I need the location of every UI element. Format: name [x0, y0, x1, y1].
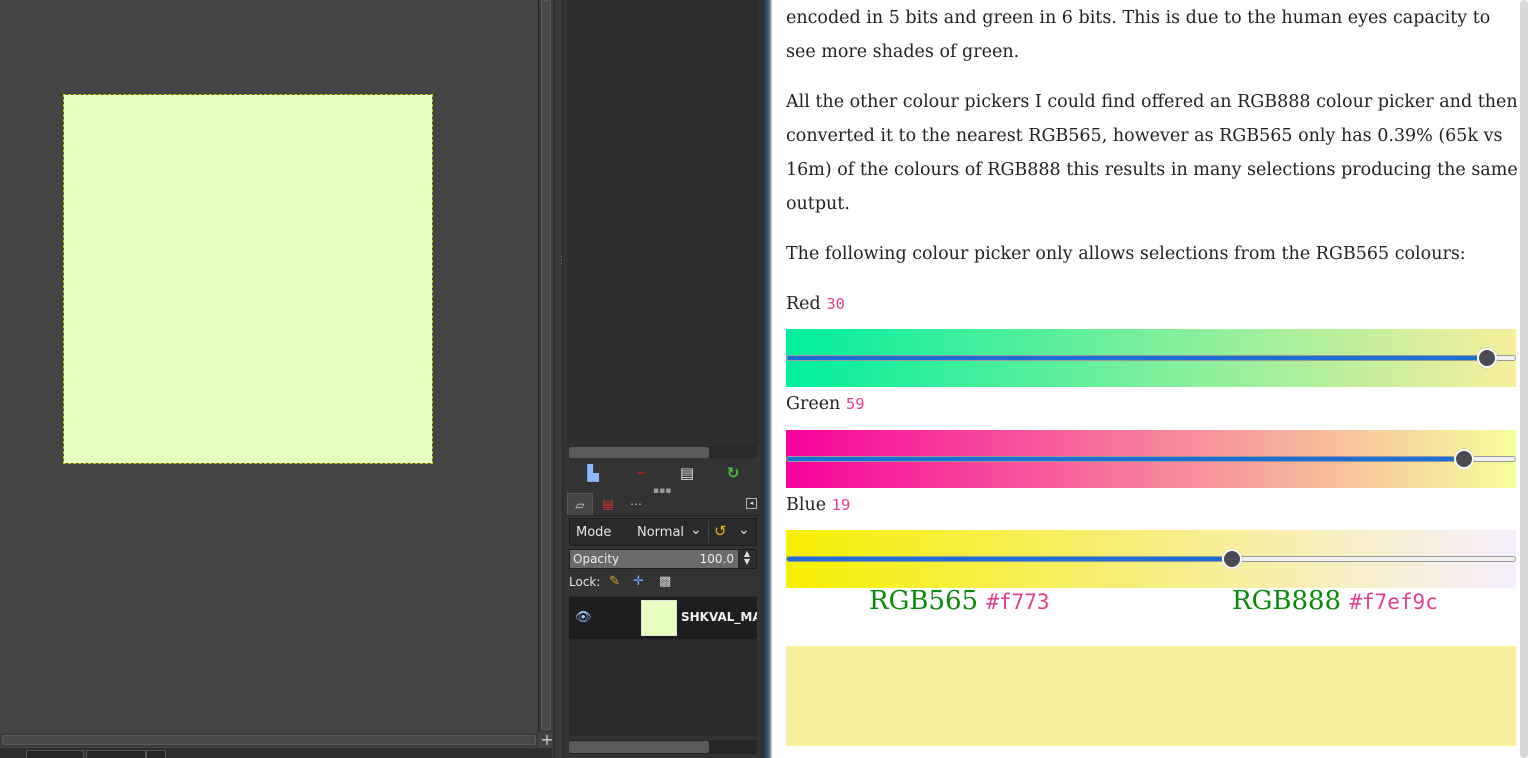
layers-dock: ▙ – ▤ ↻ ▪▪▪ ▱ ▤ ⋯ ◂ Mode Normal ⌄ ↺ ⌄ Op…	[562, 0, 762, 758]
lock-pixels-icon[interactable]: ✎	[609, 574, 620, 590]
scrollbar-thumb[interactable]	[569, 447, 709, 458]
rgb888-label: RGB888	[1232, 586, 1342, 616]
opacity-value[interactable]: 100.0	[700, 552, 734, 566]
layer-list[interactable]: 👁 SHKVAL_MA	[569, 596, 757, 736]
rgb565-output: RGB565 #f773	[869, 586, 1050, 616]
opacity-slider[interactable]: Opacity 100.0 ▲ ▼	[569, 549, 757, 569]
reset-mode-icon[interactable]: ↺	[714, 522, 727, 540]
slider-track[interactable]	[786, 556, 1516, 562]
status-field	[86, 750, 146, 758]
red-slider-label: Red 30	[786, 292, 845, 316]
lock-row: Lock: ✎ ✛ ▩	[569, 574, 757, 592]
green-slider-label: Green 59	[786, 392, 865, 416]
green-slider[interactable]	[786, 430, 1516, 488]
mode-value[interactable]: Normal	[637, 525, 684, 540]
slider-thumb[interactable]	[1222, 549, 1243, 569]
layer-list-scrollbar[interactable]	[569, 740, 757, 754]
image-layer-preview[interactable]	[63, 94, 433, 464]
save-icon[interactable]: ▙	[583, 463, 603, 483]
rgb888-value: #f7ef9c	[1349, 590, 1438, 614]
canvas-horizontal-scrollbar[interactable]	[0, 733, 538, 747]
delete-icon[interactable]: –	[631, 463, 651, 483]
lock-label: Lock:	[569, 575, 601, 589]
slider-thumb[interactable]	[1476, 348, 1497, 368]
status-bar	[0, 748, 552, 758]
opacity-label: Opacity	[573, 552, 620, 566]
paragraph: encoded in 5 bits and green in 6 bits. T…	[786, 8, 1491, 62]
chevron-down-icon[interactable]: ⌄	[738, 522, 750, 538]
lock-alpha-icon[interactable]: ▩	[659, 574, 671, 590]
dock-tab-bar: ▱ ▤ ⋯ ◂	[565, 492, 761, 516]
slider-name: Red	[786, 294, 821, 314]
print-icon[interactable]: ▤	[677, 463, 697, 483]
page-scrollbar[interactable]	[1517, 0, 1529, 758]
status-field	[26, 750, 84, 758]
article-page: encoded in 5 bits and green in 6 bits. T…	[772, 0, 1529, 758]
panel-resize-handle[interactable]: ⋮	[554, 0, 567, 758]
slider-value: 19	[831, 496, 851, 514]
slider-track[interactable]	[786, 355, 1516, 361]
slider-fill	[787, 557, 1234, 561]
rgb888-output: RGB888 #f7ef9c	[1232, 586, 1438, 616]
divider	[708, 521, 709, 543]
scrollbar-thumb[interactable]	[541, 0, 551, 730]
tab-menu-icon[interactable]: ◂	[746, 498, 757, 509]
paragraph: All the other colour pickers I could fin…	[786, 92, 1518, 214]
refresh-icon[interactable]: ↻	[723, 463, 743, 483]
dock-upper-panel	[567, 0, 759, 446]
red-slider[interactable]	[786, 329, 1516, 387]
status-field	[146, 750, 166, 758]
dock-button-bar: ▙ – ▤ ↻	[569, 461, 757, 485]
slider-name: Blue	[786, 495, 827, 515]
layer-thumbnail	[641, 600, 677, 636]
slider-name: Green	[786, 394, 841, 414]
blue-slider[interactable]	[786, 530, 1516, 588]
layer-row[interactable]: 👁 SHKVAL_MA	[569, 597, 757, 639]
paths-tab-icon[interactable]: ⋯	[623, 493, 649, 515]
slider-fill	[787, 356, 1488, 360]
paragraph: The following colour picker only allows …	[786, 244, 1466, 264]
colour-preview	[786, 646, 1516, 746]
layer-mode-selector[interactable]: Mode Normal ⌄ ↺ ⌄	[569, 518, 757, 546]
window-border	[762, 0, 772, 758]
channels-tab-icon[interactable]: ▤	[595, 493, 621, 515]
slider-thumb[interactable]	[1454, 449, 1475, 469]
blue-slider-label: Blue 19	[786, 493, 850, 517]
dock-upper-scrollbar[interactable]	[569, 446, 757, 458]
slider-fill	[787, 457, 1466, 461]
opacity-spinner[interactable]: ▲ ▼	[738, 550, 756, 568]
layer-name[interactable]: SHKVAL_MA	[681, 610, 757, 624]
lock-position-icon[interactable]: ✛	[633, 574, 644, 590]
scrollbar-thumb[interactable]	[1520, 0, 1528, 758]
rgb565-label: RGB565	[869, 586, 979, 616]
layers-tab-icon[interactable]: ▱	[567, 493, 593, 515]
slider-value: 59	[845, 395, 865, 413]
mode-label: Mode	[576, 525, 612, 540]
scrollbar-thumb[interactable]	[569, 741, 709, 753]
canvas-vertical-scrollbar[interactable]	[538, 0, 552, 733]
scrollbar-thumb[interactable]	[2, 735, 536, 745]
image-canvas[interactable]	[0, 0, 552, 758]
navigate-icon[interactable]: +	[540, 732, 554, 748]
rgb565-value: #f773	[986, 590, 1050, 614]
slider-value: 30	[826, 295, 845, 313]
chevron-down-icon[interactable]: ⌄	[690, 522, 702, 538]
eye-icon[interactable]: 👁	[575, 610, 592, 625]
slider-track[interactable]	[786, 456, 1516, 462]
